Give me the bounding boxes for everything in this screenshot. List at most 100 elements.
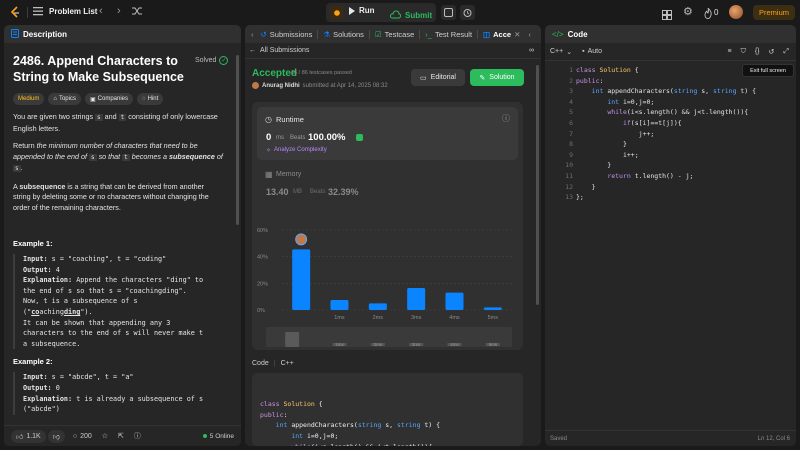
code-section-label: Code | C++	[252, 360, 294, 367]
like-count: 1.1K	[26, 432, 41, 440]
author-avatar	[252, 82, 259, 89]
link-icon[interactable]: ∞	[529, 47, 534, 54]
solution-button[interactable]: ✎ Solution	[470, 69, 524, 86]
runtime-distribution-chart[interactable]: 60% 40% 20% 0% 1ms 2ms 3ms 4ms 5ms 1ms 2ms 3ms 4ms 5m…	[252, 200, 523, 350]
info-icon[interactable]: ⓘ	[502, 113, 510, 124]
fire-icon[interactable]	[704, 6, 712, 24]
mode-toggle[interactable]: ▪ Auto	[582, 48, 602, 55]
inline-code-s: s	[13, 165, 21, 172]
comment-count: 200	[80, 432, 92, 440]
text: ("	[23, 307, 32, 316]
reset-icon[interactable]: ↺	[769, 48, 775, 56]
code-line: }	[576, 161, 612, 170]
code-editor[interactable]: 1 class Solution {2 public: 3 int appendCha…	[545, 63, 796, 423]
author-name[interactable]: Anurag Nidhi	[262, 83, 300, 89]
text: Output:	[23, 383, 52, 392]
online-count: 5 Online	[209, 432, 234, 440]
braces-icon[interactable]: {}	[755, 48, 760, 55]
like-button[interactable]: 👍︎ 1.1K	[11, 429, 46, 443]
more-tabs-icon[interactable]: ‹	[528, 30, 531, 39]
scrollbar-thumb[interactable]	[236, 55, 239, 225]
example-2-block: Input: s = "abcde", t = "a" Output: 0 Ex…	[13, 372, 231, 415]
logo-icon[interactable]	[8, 5, 22, 19]
shuffle-icon[interactable]	[132, 6, 142, 16]
dislike-button[interactable]: 👎︎	[47, 429, 65, 443]
run-label: Run	[359, 6, 375, 15]
bookmark-icon[interactable]: ⛉	[741, 48, 746, 56]
hint-tag[interactable]: ◌ Hint	[137, 93, 164, 105]
testcases-passed: 86 / 86 testcases passed	[291, 70, 352, 76]
text: You are given two strings	[13, 112, 94, 121]
text: appended to the end of	[13, 151, 87, 161]
star-icon[interactable]: ☆	[102, 432, 108, 440]
text: order of the remaining characters.	[13, 202, 121, 212]
close-tab-icon[interactable]: ✕	[514, 30, 520, 39]
code-line: class Solution {	[260, 400, 323, 409]
code-line: while(i<s.length() && j<t.length()){	[260, 442, 515, 446]
x-tick-label: 4ms	[449, 315, 460, 321]
submitted-code-block: class Solution {public: int appendCharac…	[252, 373, 523, 446]
x-tick-label: 2ms	[373, 315, 384, 321]
thumbs-up-icon: 👍︎	[16, 433, 24, 441]
range-slider-track	[266, 327, 512, 347]
all-submissions-link[interactable]: All Submissions	[260, 47, 309, 54]
timer-icon[interactable]	[460, 5, 475, 20]
companies-tag[interactable]: ▣ Companies	[84, 93, 134, 105]
problem-list-link[interactable]: Problem List	[49, 7, 97, 16]
mid-scrollbar-thumb[interactable]	[536, 65, 539, 305]
top-bar: Problem List ‹ › Run Submit ⚙ 0 Premium	[0, 0, 800, 25]
difficulty-badge[interactable]: Medium	[13, 93, 45, 105]
code-tab-header: </> Code	[545, 25, 796, 43]
submit-button[interactable]: Submit	[389, 6, 432, 24]
bug-icon[interactable]	[330, 6, 343, 19]
tab-label: Test Result	[434, 29, 473, 39]
analyze-complexity-link[interactable]: ✧ Analyze Complexity	[266, 147, 327, 154]
editorial-button[interactable]: ▭ Editorial	[411, 69, 465, 86]
collapse-icon[interactable]: ‹	[251, 30, 254, 39]
tab-test-result[interactable]: ›_ Test Result	[425, 30, 472, 39]
tab-code[interactable]: Code	[568, 30, 588, 39]
example-1-block: Input: s = "coaching", t = "coding" Outp…	[13, 254, 231, 350]
line-number: 11	[565, 172, 573, 180]
notes-icon[interactable]	[441, 5, 456, 20]
line-number: 13	[565, 193, 573, 202]
tab-separator	[317, 29, 319, 39]
ex2-input-row: Input: s = "abcde", t = "a"	[23, 372, 231, 383]
runtime-value: 0	[266, 132, 272, 143]
help-icon[interactable]: ⓘ	[134, 431, 141, 441]
share-icon[interactable]: ⇱	[118, 432, 124, 440]
text: Input:	[23, 373, 48, 382]
submission-panel: ‹ ↺ Submissions ⚗ Solutions ☑ Testcase ›_ Te…	[245, 25, 541, 446]
example-2-title: Example 2:	[13, 357, 53, 367]
premium-button[interactable]: Premium	[753, 5, 795, 20]
comment-button[interactable]: ○ 200	[73, 433, 92, 440]
text: of	[216, 151, 223, 161]
tab-accepted[interactable]: ◫ Acce	[483, 30, 511, 39]
tab-submissions[interactable]: ↺ Submissions	[261, 30, 313, 39]
topics-tag[interactable]: ⌂ Topics	[48, 93, 81, 105]
beats-label: Beats	[290, 135, 306, 141]
line-number: 1	[569, 66, 573, 74]
flask-icon: ⚗	[323, 29, 331, 39]
chevron-left-icon[interactable]: ‹	[99, 5, 103, 17]
fullscreen-icon[interactable]: ⤢	[783, 48, 789, 56]
solved-status: Solved ✓	[195, 56, 229, 65]
format-icon[interactable]: ≡	[727, 48, 731, 55]
bar	[368, 303, 387, 310]
chevron-right-icon[interactable]: ›	[117, 5, 121, 17]
settings-gear-icon[interactable]: ⚙	[683, 5, 693, 18]
author-row: Anurag Nidhi submitted at Apr 14, 2025 0…	[252, 82, 388, 89]
back-arrow-icon[interactable]: ←	[249, 47, 256, 54]
runtime-box[interactable]: ◷ Runtime ⓘ 0 ms Beats 100.00% ✧ Analyze …	[257, 107, 518, 160]
problem-list-icon[interactable]	[33, 6, 43, 16]
avatar[interactable]	[729, 5, 743, 19]
text: English letters.	[13, 123, 61, 133]
tab-testcase[interactable]: ☑ Testcase	[375, 30, 414, 39]
language-select[interactable]: C++ ⌄	[550, 48, 572, 56]
paragraph-3: A subsequence is a string that can be de…	[13, 182, 231, 214]
text: becomes a	[131, 151, 167, 161]
tab-description[interactable]: Description	[23, 30, 67, 39]
layout-icon[interactable]	[662, 7, 672, 25]
tab-solutions[interactable]: ⚗ Solutions	[323, 30, 364, 39]
run-button[interactable]: Run	[349, 6, 375, 15]
